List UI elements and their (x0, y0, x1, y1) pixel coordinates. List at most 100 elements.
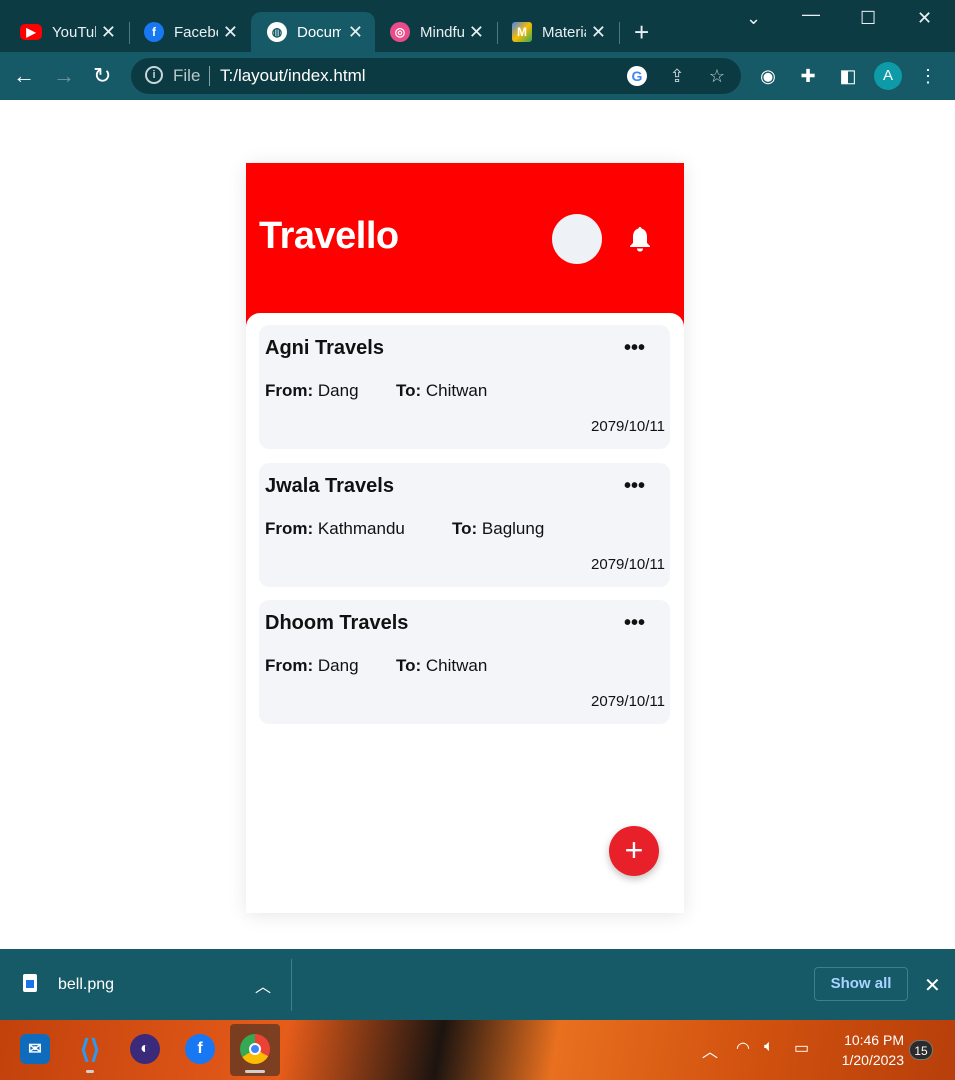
dribbble-icon: ◎ (390, 22, 410, 42)
maximize-icon[interactable]: ☐ (860, 8, 876, 29)
globe-icon: ◍ (267, 22, 287, 42)
profile-avatar[interactable]: A (874, 62, 902, 90)
download-file-name[interactable]: bell.png (58, 976, 114, 994)
mail-icon[interactable]: ✉ (20, 1034, 50, 1064)
chrome-icon[interactable] (240, 1034, 270, 1064)
google-lens-icon[interactable]: G (627, 66, 647, 86)
close-icon[interactable]: ✕ (101, 22, 116, 43)
tab-search-icon[interactable]: ⌄ (746, 8, 761, 29)
booking-date: 2079/10/11 (591, 693, 665, 710)
facebook-icon[interactable]: f (185, 1034, 215, 1064)
side-panel-icon[interactable]: ◧ (836, 64, 860, 88)
booking-date: 2079/10/11 (591, 556, 665, 573)
tab-mindful[interactable]: ◎ Mindful ✕ (374, 12, 496, 52)
from-value: Kathmandu (317, 519, 405, 538)
tab-title: Document (297, 23, 341, 41)
close-icon[interactable]: ✕ (591, 22, 606, 43)
more-options-icon[interactable]: ••• (624, 337, 645, 360)
battery-icon[interactable]: ▭ (794, 1038, 809, 1058)
browser-tab-strip: ▶ YouTube ✕ f Facebook ✕ ◍ Document ✕ ◎ … (0, 0, 955, 52)
more-options-icon[interactable]: ••• (624, 475, 645, 498)
tab-divider (619, 22, 620, 44)
tab-youtube[interactable]: ▶ YouTube ✕ (4, 12, 128, 52)
to-group: To: Chitwan (396, 381, 487, 401)
clock-time: 10:46 PM (844, 1032, 904, 1048)
vscode-icon[interactable]: ⟨⟩ (75, 1034, 105, 1064)
user-avatar[interactable] (552, 214, 602, 264)
route: From: Dang To: Chitwan (265, 656, 487, 676)
chevron-up-icon[interactable]: ︿ (255, 973, 271, 997)
app-header: Travello (246, 163, 684, 328)
more-options-icon[interactable]: ••• (624, 612, 645, 635)
clock-date: 1/20/2023 (841, 1052, 904, 1068)
minimize-icon[interactable]: — (802, 4, 820, 25)
reload-icon[interactable]: ↻ (93, 62, 111, 90)
tab-title: Material (542, 23, 586, 41)
download-bar: bell.png ︿ Show all ✕ (0, 949, 955, 1020)
tab-title: Mindful (420, 23, 464, 41)
bookmark-star-icon[interactable]: ☆ (707, 66, 727, 86)
forward-icon[interactable]: → (53, 62, 75, 90)
chevron-up-icon[interactable]: ︿ (702, 1038, 718, 1062)
booking-date: 2079/10/11 (591, 418, 665, 435)
running-indicator (245, 1070, 265, 1073)
tab-facebook[interactable]: f Facebook ✕ (128, 12, 250, 52)
info-icon[interactable]: i (145, 66, 163, 84)
extension-radar-icon[interactable]: ◉ (756, 64, 780, 88)
show-all-button[interactable]: Show all (814, 967, 908, 1001)
back-icon[interactable]: ← (13, 62, 35, 90)
route: From: Kathmandu To: Baglung (265, 519, 544, 539)
close-icon[interactable]: ✕ (469, 22, 484, 43)
address-bar[interactable]: i File T:/layout/index.html G ⇪ ☆ (131, 58, 741, 94)
operator-name: Dhoom Travels (265, 612, 409, 634)
booking-list: Agni Travels ••• From: Dang To: Chitwan … (246, 313, 684, 913)
share-icon[interactable]: ⇪ (667, 66, 687, 86)
image-file-icon (23, 974, 37, 992)
bell-icon[interactable] (627, 225, 653, 253)
close-icon[interactable]: ✕ (924, 973, 941, 998)
operator-name: Agni Travels (265, 337, 384, 359)
menu-kebab-icon[interactable]: ⋮ (916, 64, 940, 88)
from-value: Dang (317, 381, 359, 400)
to-label: To: (396, 381, 422, 400)
tor-icon[interactable]: ◐ (130, 1034, 160, 1064)
new-tab-icon[interactable]: + (634, 18, 649, 46)
close-icon[interactable]: ✕ (223, 22, 238, 43)
to-label: To: (452, 519, 478, 538)
tab-material[interactable]: M Material ✕ (496, 12, 618, 52)
url-text[interactable]: T:/layout/index.html (220, 66, 366, 86)
to-value: Chitwan (425, 381, 488, 400)
browser-toolbar: ← → ↻ i File T:/layout/index.html G ⇪ ☆ … (0, 52, 955, 100)
booking-card[interactable]: Agni Travels ••• From: Dang To: Chitwan … (259, 325, 670, 449)
wifi-icon[interactable]: ◠ (736, 1038, 750, 1058)
system-clock[interactable]: 10:46 PM 1/20/2023 (826, 1030, 904, 1070)
address-divider (209, 66, 210, 86)
to-value: Chitwan (425, 656, 488, 675)
from-label: From: (265, 656, 314, 675)
to-label: To: (396, 656, 422, 675)
from-value: Dang (317, 656, 359, 675)
travello-app: Travello Agni Travels ••• From: Dang To:… (246, 163, 684, 913)
volume-icon[interactable]: 🔈︎ (764, 1038, 774, 1056)
booking-card[interactable]: Dhoom Travels ••• From: Dang To: Chitwan… (259, 600, 670, 724)
tab-title: YouTube (52, 23, 96, 41)
scheme-label: File (173, 66, 201, 85)
close-icon[interactable]: ✕ (348, 22, 363, 43)
youtube-icon: ▶ (20, 24, 42, 40)
notification-badge[interactable]: 15 (909, 1040, 933, 1060)
brand-title: Travello (259, 215, 399, 257)
extensions-puzzle-icon[interactable]: ✚ (796, 64, 820, 88)
running-indicator (86, 1070, 94, 1073)
facebook-icon: f (144, 22, 164, 42)
close-window-icon[interactable]: ✕ (917, 8, 932, 29)
tab-title: Facebook (174, 23, 218, 41)
operator-name: Jwala Travels (265, 475, 394, 497)
add-booking-button[interactable]: + (609, 826, 659, 876)
to-value: Baglung (481, 519, 545, 538)
material-icon: M (512, 22, 532, 42)
from-label: From: (265, 381, 314, 400)
booking-card[interactable]: Jwala Travels ••• From: Kathmandu To: Ba… (259, 463, 670, 587)
tab-document[interactable]: ◍ Document ✕ (251, 12, 375, 52)
from-label: From: (265, 519, 314, 538)
route: From: Dang To: Chitwan (265, 381, 487, 401)
